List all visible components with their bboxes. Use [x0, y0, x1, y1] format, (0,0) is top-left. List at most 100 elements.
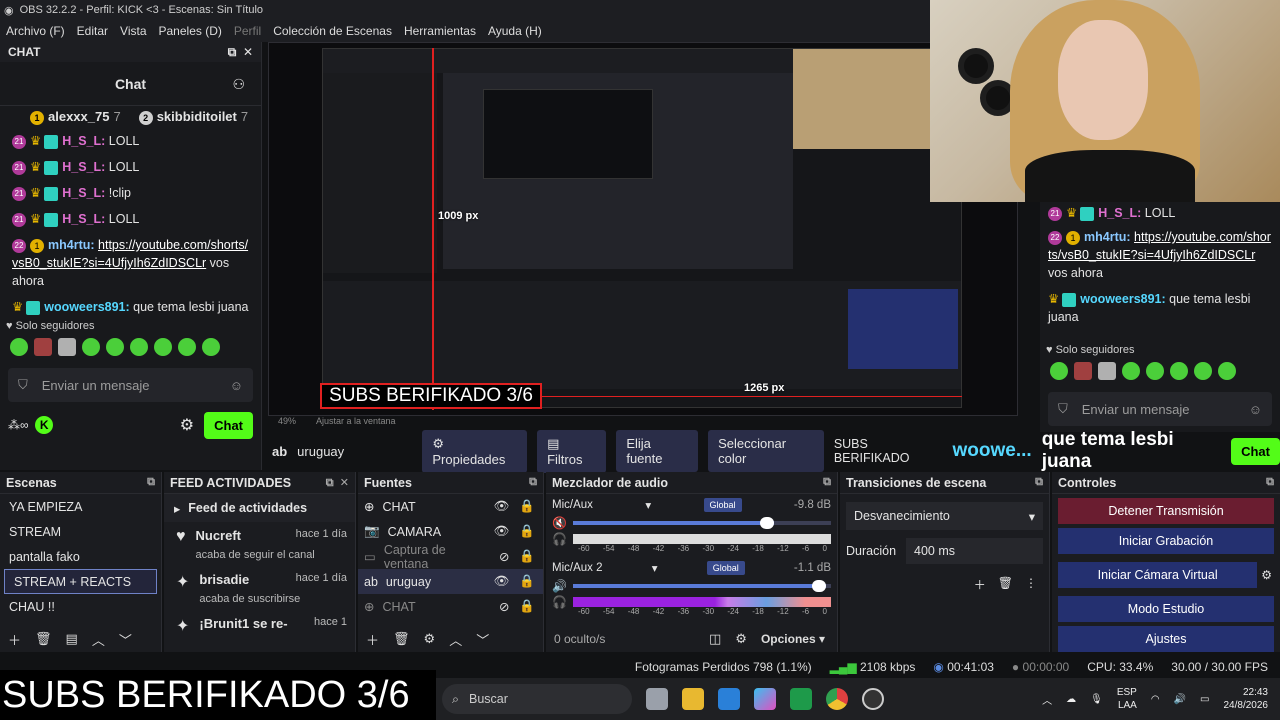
emote[interactable]: [106, 338, 124, 356]
chat-username[interactable]: mh4rtu: [48, 238, 90, 252]
chevron-down-icon[interactable]: ▾: [652, 561, 658, 575]
float-icon[interactable]: ⧉: [228, 45, 237, 59]
add-icon[interactable]: ＋: [366, 630, 379, 649]
duration-input[interactable]: 400 ms: [906, 538, 1043, 564]
trash-icon[interactable]: 🗑: [998, 576, 1013, 593]
chevron-down-icon[interactable]: ﹀: [119, 630, 132, 649]
chat-username[interactable]: H_S_L: [62, 160, 101, 174]
float-icon[interactable]: ⧉: [529, 476, 537, 489]
options-button[interactable]: Opciones ▾: [761, 632, 825, 646]
pick-font-button[interactable]: Elija fuente: [616, 430, 699, 472]
emote[interactable]: [202, 338, 220, 356]
float-icon[interactable]: ⧉: [326, 477, 334, 489]
taskbar-search[interactable]: ⌕ Buscar: [442, 684, 632, 714]
headphones-icon[interactable]: 🎧: [552, 595, 567, 609]
volume-slider[interactable]: [572, 517, 831, 529]
lock-icon[interactable]: 🔒: [519, 499, 535, 514]
chevron-down-icon[interactable]: ▾: [645, 498, 651, 512]
chevron-up-icon[interactable]: ︿: [92, 630, 105, 649]
chat-send-button[interactable]: Chat: [204, 412, 253, 439]
scene-item-selected[interactable]: STREAM + REACTS: [4, 569, 157, 594]
advanced-audio-icon[interactable]: ⚙: [735, 631, 747, 647]
source-item[interactable]: ▭ Captura de ventana ⊘ 🔒: [358, 543, 543, 571]
scene-item[interactable]: CHAU !!: [0, 594, 161, 619]
lock-icon[interactable]: 🔒: [519, 549, 535, 564]
spreadsheet-icon[interactable]: [790, 688, 812, 710]
close-icon[interactable]: ✕: [340, 477, 349, 489]
fit-to-window[interactable]: Ajustar a la ventana: [316, 416, 396, 430]
clock[interactable]: 22:43 24/8/2026: [1224, 686, 1269, 712]
layout-icon[interactable]: ◫: [709, 631, 721, 647]
filters-button[interactable]: ▤ Filtros: [537, 429, 607, 473]
zoom-level[interactable]: 49%: [278, 416, 296, 430]
chat-username[interactable]: H_S_L: [62, 212, 101, 226]
source-item[interactable]: ⊕ CHAT 👁 🔒: [358, 494, 543, 519]
chevron-up-icon[interactable]: ︿: [1042, 692, 1052, 707]
float-icon[interactable]: ⧉: [823, 476, 831, 489]
emote[interactable]: [178, 338, 196, 356]
chevron-up-icon[interactable]: ︿: [449, 630, 462, 649]
chat-username[interactable]: H_S_L: [62, 186, 101, 200]
add-icon[interactable]: ＋: [974, 576, 986, 593]
chat-input[interactable]: ⛉ Enviar un mensaje ☺: [8, 368, 253, 402]
add-icon[interactable]: ＋: [8, 630, 21, 649]
source-item-selected[interactable]: ab uruguay 👁 🔒: [358, 569, 543, 594]
stop-stream-button[interactable]: Detener Transmisión: [1058, 498, 1274, 524]
volume-slider[interactable]: [572, 580, 831, 592]
volume-icon[interactable]: 🔊: [1174, 694, 1186, 705]
menu-tools[interactable]: Herramientas: [404, 24, 476, 38]
chevron-down-icon[interactable]: ﹀: [476, 630, 489, 649]
emote[interactable]: [58, 338, 76, 356]
close-icon[interactable]: ✕: [243, 45, 253, 59]
float-icon[interactable]: ⧉: [147, 476, 155, 489]
chat-username[interactable]: H_S_L: [62, 134, 101, 148]
float-icon[interactable]: ⧉: [1266, 476, 1274, 489]
eye-off-icon[interactable]: ⊘: [499, 599, 509, 614]
trash-icon[interactable]: 🗑: [35, 631, 52, 647]
points-icon[interactable]: ⁂∞: [8, 418, 29, 432]
emoji-icon[interactable]: ☺: [230, 378, 243, 393]
menu-docks[interactable]: Paneles (D): [159, 24, 222, 38]
eye-icon[interactable]: 👁: [494, 499, 510, 514]
emote[interactable]: [34, 338, 52, 356]
chrome-icon[interactable]: [826, 688, 848, 710]
select-color-button[interactable]: Seleccionar color: [708, 430, 824, 472]
eye-off-icon[interactable]: ⊘: [499, 549, 509, 564]
wifi-icon[interactable]: ◠: [1151, 694, 1160, 705]
more-icon[interactable]: ⋮: [1025, 576, 1037, 593]
settings-icon[interactable]: ⚙: [180, 417, 194, 434]
chat-username[interactable]: wooweers891: [44, 300, 125, 314]
emote[interactable]: [82, 338, 100, 356]
users-icon[interactable]: ⚇: [232, 76, 245, 93]
mic-icon[interactable]: 🎙: [1090, 694, 1103, 705]
menu-edit[interactable]: Editar: [77, 24, 108, 38]
filter-icon[interactable]: ▤: [66, 631, 78, 647]
language-indicator[interactable]: ESP LAA: [1117, 686, 1137, 712]
source-item[interactable]: ⊕ CHAT ⊘ 🔒: [358, 594, 543, 619]
gear-icon[interactable]: ⚙: [424, 631, 436, 647]
task-view-icon[interactable]: [646, 688, 668, 710]
emote[interactable]: [154, 338, 172, 356]
menu-view[interactable]: Vista: [120, 24, 146, 38]
store-icon[interactable]: [718, 688, 740, 710]
transition-select[interactable]: Desvanecimiento ▾: [846, 502, 1043, 530]
eye-icon[interactable]: 👁: [494, 524, 510, 539]
headphones-icon[interactable]: 🎧: [552, 532, 567, 546]
start-recording-button[interactable]: Iniciar Grabación: [1058, 528, 1274, 554]
menu-file[interactable]: Archivo (F): [6, 24, 65, 38]
properties-button[interactable]: ⚙ Propiedades: [422, 429, 528, 473]
trash-icon[interactable]: 🗑: [393, 631, 410, 647]
kick-icon[interactable]: K: [35, 416, 54, 434]
cloud-icon[interactable]: ☁: [1066, 694, 1076, 705]
lock-icon[interactable]: 🔒: [519, 524, 535, 539]
scene-item[interactable]: STREAM: [0, 519, 161, 544]
emote[interactable]: [130, 338, 148, 356]
copilot-icon[interactable]: [754, 688, 776, 710]
source-item[interactable]: 📷 CAMARA 👁 🔒: [358, 519, 543, 544]
start-virtual-camera-button[interactable]: Iniciar Cámara Virtual: [1058, 562, 1258, 588]
preview-subs-text[interactable]: SUBS BERIFIKADO 3/6: [320, 383, 542, 409]
menu-profile[interactable]: Perfil: [234, 24, 261, 38]
menu-help[interactable]: Ayuda (H): [488, 24, 542, 38]
studio-mode-button[interactable]: Modo Estudio: [1058, 596, 1274, 622]
scene-item[interactable]: pantalla fako: [0, 544, 161, 569]
